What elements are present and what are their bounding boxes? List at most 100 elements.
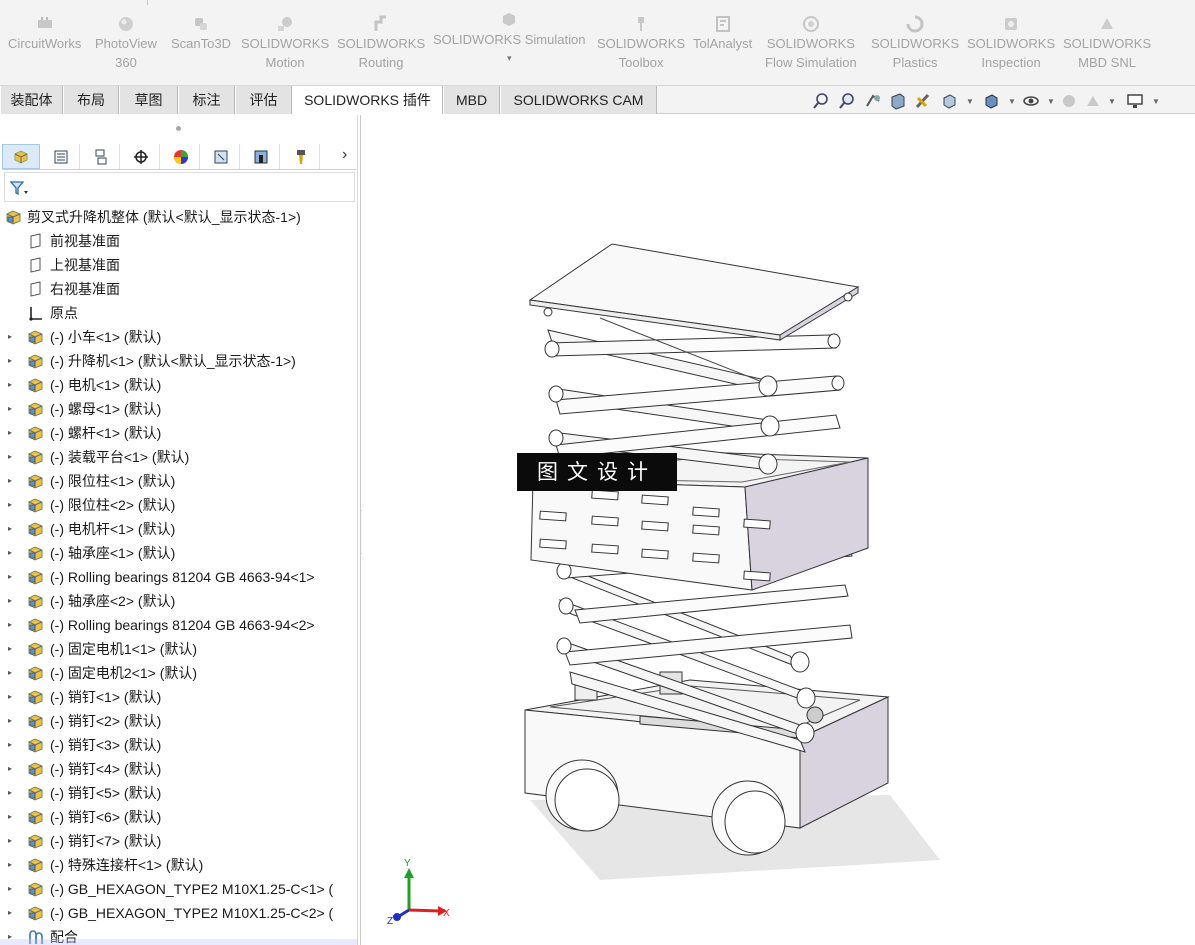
tree-item-component[interactable]: ▸ (-) 小车<1> (默认) — [0, 325, 357, 349]
tree-item-origin[interactable]: 原点 — [0, 301, 357, 325]
expand-arrow-icon[interactable]: ▸ — [8, 325, 12, 349]
addin-motion-button[interactable]: SOLIDWORKS Motion — [241, 14, 329, 72]
tree-item-component[interactable]: ▸ (-) 限位柱<2> (默认) — [0, 493, 357, 517]
tree-item-component[interactable]: ▸ (-) 电机<1> (默认) — [0, 373, 357, 397]
tab-assembly[interactable]: 装配体 — [0, 86, 63, 114]
expand-arrow-icon[interactable]: ▸ — [8, 757, 12, 781]
chevron-down-icon[interactable]: ▼ — [1047, 97, 1055, 106]
expand-arrow-icon[interactable]: ▸ — [8, 445, 12, 469]
addin-flow-simulation-button[interactable]: SOLIDWORKS Flow Simulation — [765, 14, 857, 72]
cam-operation-icon[interactable] — [242, 144, 280, 169]
tab-mbd[interactable]: MBD — [443, 86, 500, 114]
view-orientation-icon[interactable] — [940, 92, 958, 110]
expand-arrow-icon[interactable]: ▸ — [8, 829, 12, 853]
chevron-down-icon[interactable]: ▼ — [1152, 97, 1160, 106]
expand-arrow-icon[interactable]: ▸ — [8, 733, 12, 757]
addin-inspection-button[interactable]: SOLIDWORKS Inspection — [967, 14, 1055, 72]
expand-arrow-icon[interactable]: ▸ — [8, 493, 12, 517]
chevron-down-icon[interactable]: ▼ — [1108, 97, 1116, 106]
tree-item-component[interactable]: ▸ (-) 销钉<6> (默认) — [0, 805, 357, 829]
tree-item-component[interactable]: ▸ (-) 销钉<4> (默认) — [0, 757, 357, 781]
zoom-to-area-icon[interactable] — [838, 92, 856, 110]
tree-filter[interactable] — [4, 172, 355, 202]
edit-appearance-icon[interactable] — [1060, 92, 1078, 110]
tree-item-component[interactable]: ▸ (-) 电机杆<1> (默认) — [0, 517, 357, 541]
addin-toolbox-button[interactable]: SOLIDWORKS Toolbox — [597, 14, 685, 72]
expand-arrow-icon[interactable]: ▸ — [8, 853, 12, 877]
section-view-icon[interactable] — [889, 92, 907, 110]
tree-item-plane[interactable]: 上视基准面 — [0, 253, 357, 277]
expand-arrow-icon[interactable]: ▸ — [8, 877, 12, 901]
tree-item-component[interactable]: ▸ (-) Rolling bearings 81204 GB 4663-94<1… — [0, 565, 357, 589]
expand-arrow-icon[interactable]: ▸ — [8, 781, 12, 805]
expand-arrow-icon[interactable]: ▸ — [8, 469, 12, 493]
tab-solidworks-cam[interactable]: SOLIDWORKS CAM — [500, 86, 657, 114]
expand-arrow-icon[interactable]: ▸ — [8, 349, 12, 373]
chevron-right-icon[interactable]: › — [342, 146, 347, 164]
expand-arrow-icon[interactable]: ▸ — [8, 685, 12, 709]
hide-show-items-icon[interactable] — [1022, 92, 1040, 110]
tree-item-plane[interactable]: 右视基准面 — [0, 277, 357, 301]
expand-arrow-icon[interactable]: ▸ — [8, 613, 12, 637]
chevron-down-icon[interactable]: ▼ — [1008, 97, 1016, 106]
expand-arrow-icon[interactable]: ▸ — [8, 517, 12, 541]
tree-item-component[interactable]: ▸ (-) 装载平台<1> (默认) — [0, 445, 357, 469]
zoom-to-fit-icon[interactable] — [812, 92, 830, 110]
expand-arrow-icon[interactable]: ▸ — [8, 709, 12, 733]
tree-item-plane[interactable]: 前视基准面 — [0, 229, 357, 253]
apply-scene-icon[interactable] — [1084, 92, 1102, 110]
expand-arrow-icon[interactable]: ▸ — [8, 589, 12, 613]
expand-arrow-icon[interactable]: ▸ — [8, 805, 12, 829]
expand-arrow-icon[interactable]: ▸ — [8, 901, 12, 925]
tab-sketch[interactable]: 草图 — [119, 86, 178, 114]
tree-item-component[interactable]: ▸ (-) 轴承座<2> (默认) — [0, 589, 357, 613]
addin-circuitworks-button[interactable]: CircuitWorks — [8, 14, 81, 53]
tree-item-component[interactable]: ▸ (-) 螺杆<1> (默认) — [0, 421, 357, 445]
addin-mbd-snl-button[interactable]: SOLIDWORKS MBD SNL — [1063, 14, 1151, 72]
tree-item-component[interactable]: ▸ (-) 轴承座<1> (默认) — [0, 541, 357, 565]
expand-arrow-icon[interactable]: ▸ — [8, 421, 12, 445]
addin-plastics-button[interactable]: SOLIDWORKS Plastics — [871, 14, 959, 72]
expand-arrow-icon[interactable]: ▸ — [8, 661, 12, 685]
addin-scanto3d-button[interactable]: ScanTo3D — [171, 14, 231, 53]
tree-item-component[interactable]: ▸ (-) 升降机<1> (默认<默认_显示状态-1>) — [0, 349, 357, 373]
previous-view-icon[interactable] — [864, 92, 882, 110]
tree-item-component[interactable]: ▸ (-) 螺母<1> (默认) — [0, 397, 357, 421]
expand-arrow-icon[interactable]: ▸ — [8, 541, 12, 565]
tree-item-component[interactable]: ▸ (-) 销钉<5> (默认) — [0, 781, 357, 805]
tree-item-component[interactable]: ▸ (-) GB_HEXAGON_TYPE2 M10X1.25-C<1> ( — [0, 877, 357, 901]
view-settings-icon[interactable] — [1126, 92, 1144, 110]
chevron-down-icon[interactable]: ▾ — [433, 49, 585, 68]
addin-photoview-button[interactable]: PhotoView 360 — [95, 14, 157, 72]
property-manager-icon[interactable] — [42, 144, 80, 169]
tree-item-component[interactable]: ▸ (-) 固定电机1<1> (默认) — [0, 637, 357, 661]
tab-layout[interactable]: 布局 — [63, 86, 119, 114]
scissor-lift-model[interactable] — [362, 115, 1195, 945]
graphics-area[interactable]: Y X Z — [362, 115, 1195, 945]
dimxpert-icon[interactable] — [122, 144, 160, 169]
feature-manager-icon[interactable] — [2, 144, 40, 169]
tree-item-component[interactable]: ▸ (-) GB_HEXAGON_TYPE2 M10X1.25-C<2> ( — [0, 901, 357, 925]
tab-markup[interactable]: 标注 — [178, 86, 235, 114]
expand-arrow-icon[interactable]: ▸ — [8, 565, 12, 589]
addin-simulation-button[interactable]: SOLIDWORKS Simulation ▾ — [433, 10, 585, 68]
tree-item-component[interactable]: ▸ (-) Rolling bearings 81204 GB 4663-94<2… — [0, 613, 357, 637]
tree-item-component[interactable]: ▸ (-) 固定电机2<1> (默认) — [0, 661, 357, 685]
expand-arrow-icon[interactable]: ▸ — [8, 397, 12, 421]
dynamic-annotation-icon[interactable] — [914, 92, 932, 110]
tree-item-component[interactable]: ▸ (-) 特殊连接杆<1> (默认) — [0, 853, 357, 877]
tree-root-assembly[interactable]: 剪叉式升降机整体 (默认<默认_显示状态-1>) — [0, 205, 357, 229]
cam-feature-icon[interactable] — [202, 144, 240, 169]
tree-item-component[interactable]: ▸ (-) 限位柱<1> (默认) — [0, 469, 357, 493]
display-style-icon[interactable] — [982, 92, 1000, 110]
tree-item-component[interactable]: ▸ (-) 销钉<2> (默认) — [0, 709, 357, 733]
configuration-manager-icon[interactable] — [82, 144, 120, 169]
cam-tools-icon[interactable] — [282, 144, 320, 169]
tree-item-component[interactable]: ▸ (-) 销钉<3> (默认) — [0, 733, 357, 757]
tree-item-component[interactable]: ▸ (-) 销钉<1> (默认) — [0, 685, 357, 709]
panel-grip[interactable] — [176, 126, 181, 131]
tree-item-component[interactable]: ▸ (-) 销钉<7> (默认) — [0, 829, 357, 853]
filter-icon[interactable] — [9, 179, 29, 197]
addin-routing-button[interactable]: SOLIDWORKS Routing — [337, 14, 425, 72]
display-manager-icon[interactable] — [162, 144, 200, 169]
